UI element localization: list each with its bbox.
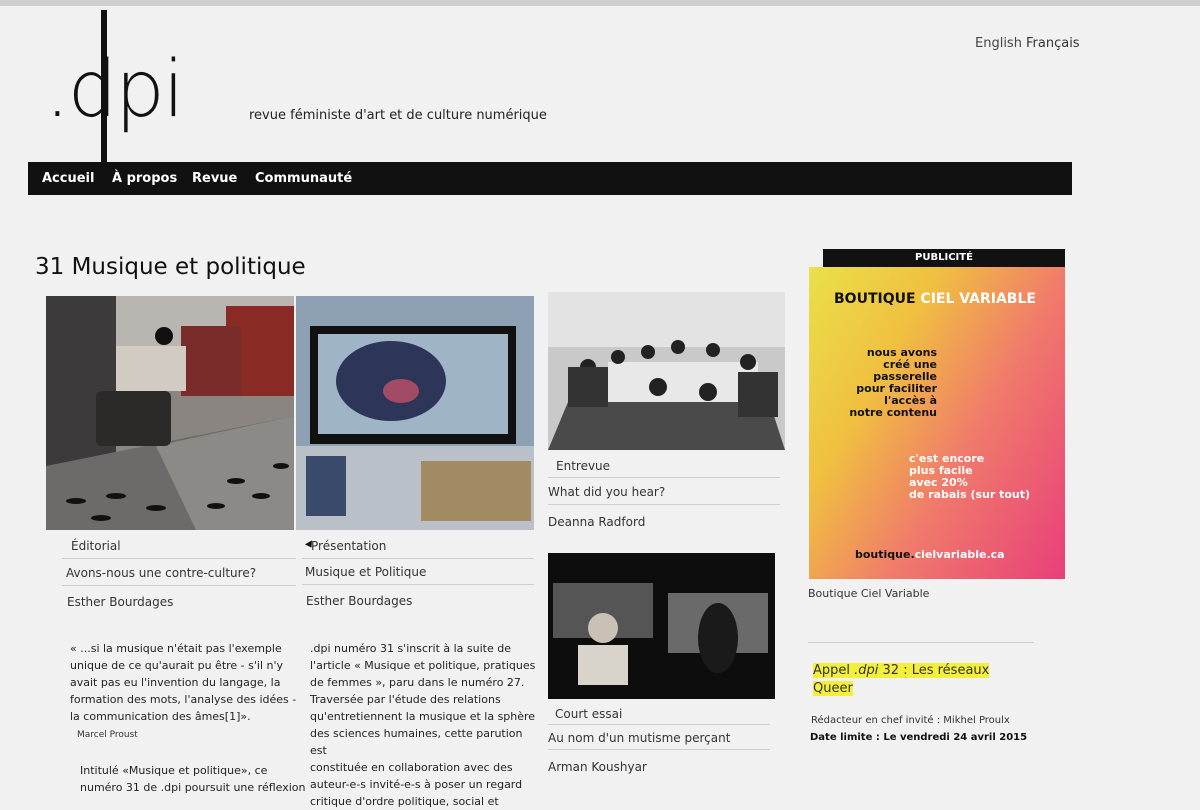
divider xyxy=(548,477,780,478)
card-heading-presentation[interactable]: Musique et Politique xyxy=(305,565,426,579)
ad-line: notre contenu xyxy=(849,406,937,419)
call-title-part: 32 : Les réseaux xyxy=(878,663,990,678)
card-author-essay[interactable]: Arman Koushyar xyxy=(548,760,647,774)
card-author-editorial[interactable]: Esther Bourdages xyxy=(67,595,173,609)
divider xyxy=(548,749,770,750)
editorial-excerpt: Intitulé «Musique et politique», ce numé… xyxy=(80,762,310,796)
excerpt-line: Intitulé «Musique et politique», ce xyxy=(80,764,268,777)
quote-line: formation des mots, l'analyse des idées … xyxy=(70,693,297,706)
divider xyxy=(548,724,770,725)
intro-line: critique d'ordre politique, social et xyxy=(310,795,499,808)
quote-line: « ...si la musique n'était pas l'exemple xyxy=(70,642,282,655)
card-author-presentation[interactable]: Esther Bourdages xyxy=(306,594,412,608)
card-heading-editorial[interactable]: Avons-nous une contre-culture? xyxy=(66,566,256,580)
nav-item-revue[interactable]: Revue xyxy=(192,171,237,186)
essay-image[interactable] xyxy=(548,553,775,699)
call-title-part: Queer xyxy=(813,681,853,696)
card-category-interview[interactable]: Entrevue xyxy=(556,459,610,473)
quote-line: la communication des âmes[1]». xyxy=(70,710,251,723)
divider xyxy=(62,585,296,586)
quote-line: unique de ce qu'aurait pu être - s'il n'… xyxy=(70,659,284,672)
page-title: 31 Musique et politique xyxy=(35,254,306,280)
intro-line: l'article « Musique et politique, pratiq… xyxy=(310,659,536,672)
ad-text-block-2: c'est encore plus facile avec 20% de rab… xyxy=(909,453,1030,501)
quote-author: Marcel Proust xyxy=(77,730,138,740)
ad-brand-accent: CIEL VARIABLE xyxy=(920,291,1036,307)
intro-line: de femmes », paru dans le numéro 27. xyxy=(310,676,525,689)
intro-line: Traversée par l'étude des relations xyxy=(310,693,501,706)
main-nav: Accueil À propos Revue Communauté xyxy=(28,162,1072,195)
divider xyxy=(808,642,1034,643)
ad-url-part: cielvariable.ca xyxy=(914,548,1005,561)
ad-caption[interactable]: Boutique Ciel Variable xyxy=(808,587,929,600)
divider xyxy=(302,584,534,585)
call-editor: Rédacteur en chef invité : Mikhel Proulx xyxy=(811,715,1010,726)
card-category-essay[interactable]: Court essai xyxy=(555,707,622,721)
site-logo[interactable]: .dpi xyxy=(45,8,215,168)
ad-text-block-1: nous avons créé une passerelle pour faci… xyxy=(827,347,937,419)
editorial-quote: « ...si la musique n'était pas l'exemple… xyxy=(70,640,300,725)
card-heading-essay[interactable]: Au nom d'un mutisme perçant xyxy=(548,731,730,745)
nav-item-a-propos[interactable]: À propos xyxy=(112,171,177,186)
presentation-excerpt: .dpi numéro 31 s'inscrit à la suite de l… xyxy=(310,640,540,810)
logo-text: .dpi xyxy=(45,45,184,135)
editorial-image[interactable] xyxy=(46,296,294,530)
meeting-photo-graphic xyxy=(548,292,785,450)
site-tagline: revue féministe d'art et de culture numé… xyxy=(249,108,547,123)
card-category-editorial[interactable]: Éditorial xyxy=(71,539,121,553)
intro-line: des sciences humaines, cette parution es… xyxy=(310,727,523,757)
ad-banner[interactable]: BOUTIQUE CIEL VARIABLE nous avons créé u… xyxy=(809,267,1065,579)
intro-line: constituée en collaboration avec des xyxy=(310,761,513,774)
card-category-presentation[interactable]: Présentation xyxy=(311,539,386,553)
nav-item-accueil[interactable]: Accueil xyxy=(42,171,94,186)
sidebar-ad: PUBLICITÉ BOUTIQUE CIEL VARIABLE nous av… xyxy=(809,249,1065,579)
call-title-part: .dpi xyxy=(854,663,879,678)
call-title-part: Appel xyxy=(813,663,855,678)
video-still-graphic xyxy=(548,553,775,699)
card-author-interview[interactable]: Deanna Radford xyxy=(548,515,645,529)
ad-label: PUBLICITÉ xyxy=(823,249,1065,267)
quote-line: avait pas eu l'invention du langage, la xyxy=(70,676,281,689)
language-french-link[interactable]: Français xyxy=(1026,36,1080,51)
intro-line: qu'entretiennent la musique et la sphère xyxy=(310,710,536,723)
ad-brand: BOUTIQUE CIEL VARIABLE xyxy=(834,291,1036,307)
language-english-link[interactable]: English xyxy=(975,36,1022,51)
ad-url[interactable]: boutique.cielvariable.ca xyxy=(855,548,1005,561)
excerpt-line: numéro 31 de .dpi poursuit une réflexion xyxy=(80,781,306,794)
divider xyxy=(548,504,780,505)
ad-line: de rabais (sur tout) xyxy=(909,488,1031,501)
ad-url-part: boutique. xyxy=(855,548,915,561)
interview-image[interactable] xyxy=(548,292,785,450)
ad-brand-text: BOUTIQUE xyxy=(834,291,916,307)
card-heading-interview[interactable]: What did you hear? xyxy=(548,485,665,499)
browser-top-edge xyxy=(0,0,1200,6)
tv-photo-graphic xyxy=(296,296,534,530)
intro-line: auteur-e-s invité-e-s à poser un regard xyxy=(310,778,523,791)
nav-item-communaute[interactable]: Communauté xyxy=(255,171,352,186)
call-deadline: Date limite : Le vendredi 24 avril 2015 xyxy=(810,732,1028,743)
divider xyxy=(302,558,534,559)
presentation-image[interactable] xyxy=(296,296,534,530)
divider xyxy=(62,558,296,559)
street-photo-graphic xyxy=(46,296,294,530)
intro-line: .dpi numéro 31 s'inscrit à la suite de xyxy=(310,642,512,655)
call-title[interactable]: Appel .dpi 32 : Les réseaux Queer xyxy=(813,662,990,698)
